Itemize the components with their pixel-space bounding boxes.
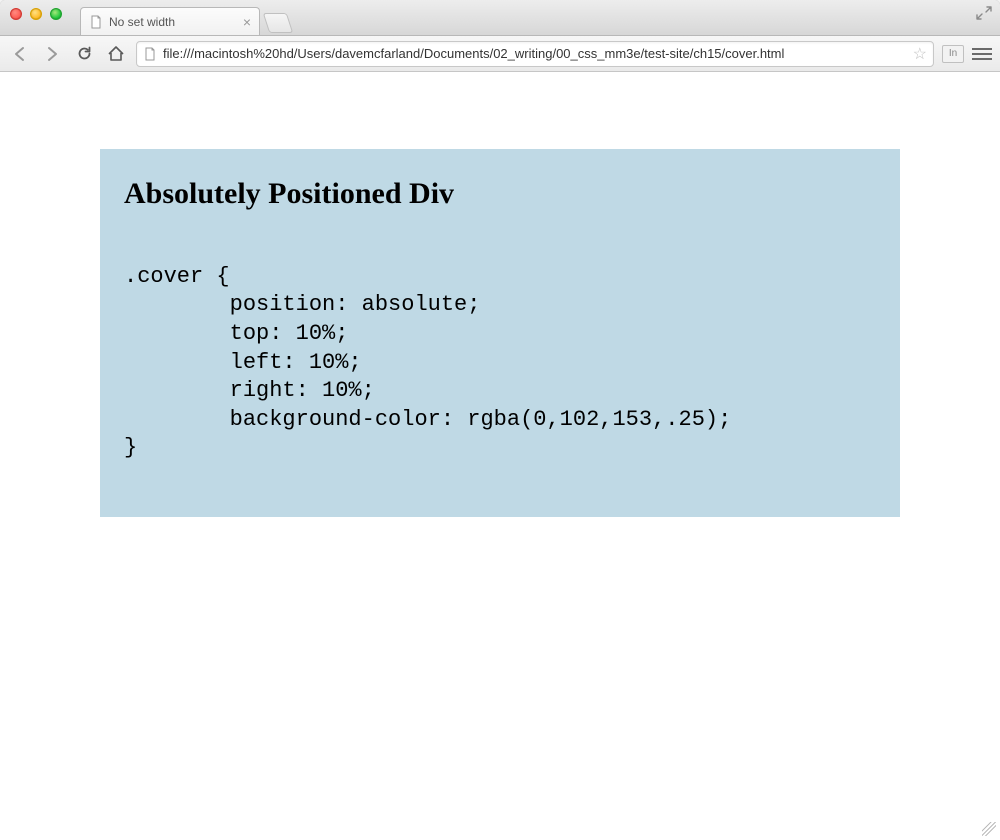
page-viewport: Absolutely Positioned Div .cover { posit… (0, 72, 1000, 840)
close-tab-icon[interactable]: × (243, 14, 251, 30)
cover-box: Absolutely Positioned Div .cover { posit… (100, 149, 900, 517)
extension-badge[interactable]: In (942, 45, 964, 63)
browser-tab[interactable]: No set width × (80, 7, 260, 35)
back-button[interactable] (8, 42, 32, 66)
titlebar: No set width × (0, 0, 1000, 36)
tab-title: No set width (109, 15, 175, 29)
page-heading: Absolutely Positioned Div (124, 177, 876, 211)
code-block: .cover { position: absolute; top: 10%; l… (124, 263, 876, 463)
forward-button[interactable] (40, 42, 64, 66)
address-bar[interactable]: file:///macintosh%20hd/Users/davemcfarla… (136, 41, 934, 67)
menu-button[interactable] (972, 48, 992, 60)
window-controls (10, 8, 62, 20)
minimize-window-button[interactable] (30, 8, 42, 20)
close-window-button[interactable] (10, 8, 22, 20)
bookmark-star-icon[interactable]: ☆ (913, 44, 927, 64)
reload-button[interactable] (72, 42, 96, 66)
resize-grip[interactable] (982, 822, 996, 836)
zoom-window-button[interactable] (50, 8, 62, 20)
page-icon (143, 47, 157, 61)
new-tab-button[interactable] (263, 13, 293, 33)
toolbar: file:///macintosh%20hd/Users/davemcfarla… (0, 36, 1000, 72)
browser-window: No set width × file:///macintosh%20hd/Us… (0, 0, 1000, 840)
page-icon (89, 15, 103, 29)
url-text: file:///macintosh%20hd/Users/davemcfarla… (163, 46, 907, 61)
expand-icon[interactable] (976, 6, 992, 20)
home-button[interactable] (104, 42, 128, 66)
